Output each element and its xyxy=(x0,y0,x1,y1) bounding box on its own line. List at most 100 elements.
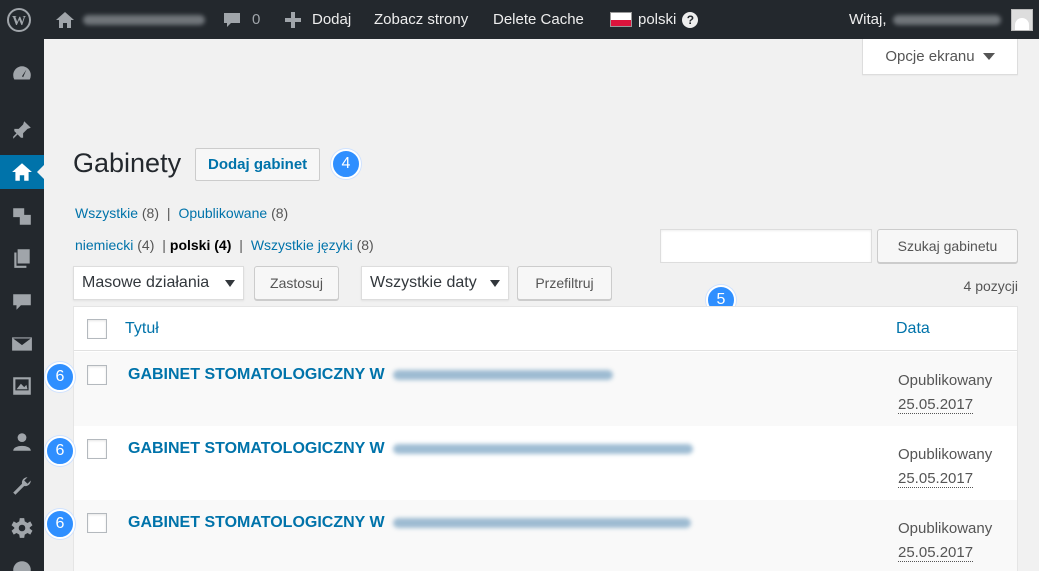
add-new-label: Dodaj xyxy=(312,11,352,28)
lang-polish-current: polski xyxy=(169,237,211,253)
comments-link[interactable]: 0 xyxy=(222,0,260,39)
menu-contact[interactable] xyxy=(0,327,44,361)
menu-tools[interactable] xyxy=(0,469,44,503)
view-all-link[interactable]: Wszystkie xyxy=(75,205,138,221)
my-account-menu[interactable]: Witaj, xyxy=(849,0,1033,39)
menu-comments[interactable] xyxy=(0,285,44,319)
row-title-text: GABINET STOMATOLOGICZNY W xyxy=(128,440,385,457)
filter-button[interactable]: Przefiltruj xyxy=(517,266,612,300)
row-title-text: GABINET STOMATOLOGICZNY W xyxy=(128,366,385,383)
annotation-badge: 6 xyxy=(45,436,75,466)
menu-dashboard[interactable] xyxy=(0,57,44,91)
username-redacted xyxy=(892,14,1001,25)
row-checkbox[interactable] xyxy=(87,513,107,533)
row-title-redacted xyxy=(392,370,613,380)
bulk-actions-select[interactable]: Masowe działania xyxy=(73,266,244,300)
lang-all-link[interactable]: Wszystkie języki xyxy=(251,237,353,253)
table-header: Tytuł Data xyxy=(74,307,1017,351)
screen-options-button[interactable]: Opcje ekranu xyxy=(862,39,1018,75)
row-checkbox[interactable] xyxy=(87,365,107,385)
row-status: Opublikowany xyxy=(898,446,993,463)
caret-down-icon xyxy=(490,280,500,292)
screen-options-label: Opcje ekranu xyxy=(885,48,975,65)
table-row: GABINET STOMATOLOGICZNY W Opublikowany 2… xyxy=(74,352,1017,426)
dashboard-icon xyxy=(13,66,31,80)
wrench-icon xyxy=(13,477,31,495)
row-title-link[interactable]: GABINET STOMATOLOGICZNY W xyxy=(128,514,691,532)
comments-count: 0 xyxy=(252,11,261,28)
row-date-cell: Opublikowany 25.05.2017 xyxy=(898,369,992,417)
admin-menu xyxy=(0,39,44,571)
menu-gabinety[interactable] xyxy=(0,155,44,189)
date-filter-select[interactable]: Wszystkie daty xyxy=(361,266,509,300)
language-switcher[interactable]: polski ? xyxy=(610,0,699,39)
polish-flag-icon xyxy=(610,12,632,27)
plus-icon xyxy=(285,11,301,28)
view-all-count: (8) xyxy=(141,205,160,221)
row-date: 25.05.2017 xyxy=(898,396,974,414)
separator: | xyxy=(239,237,243,253)
row-title-text: GABINET STOMATOLOGICZNY W xyxy=(128,514,385,531)
wordpress-logo-icon[interactable]: W xyxy=(7,0,31,39)
annotation-badge: 6 xyxy=(45,362,75,392)
home-icon xyxy=(12,163,32,181)
page-title: Gabinety xyxy=(73,148,182,178)
site-name-link[interactable] xyxy=(55,0,205,39)
menu-media[interactable] xyxy=(0,199,44,233)
table-row: GABINET STOMATOLOGICZNY W Opublikowany 2… xyxy=(74,500,1017,571)
search-button[interactable]: Szukaj gabinetu xyxy=(877,229,1018,263)
comment-icon xyxy=(224,12,240,27)
view-published-link[interactable]: Opublikowane xyxy=(178,205,267,221)
column-title-sort[interactable]: Tytuł xyxy=(125,320,159,338)
menu-collapse[interactable] xyxy=(0,553,44,571)
annotation-badge: 4 xyxy=(331,149,361,179)
row-title-link[interactable]: GABINET STOMATOLOGICZNY W xyxy=(128,440,693,458)
select-all-checkbox[interactable] xyxy=(87,319,107,339)
lang-all-count: (8) xyxy=(356,237,374,253)
view-published-count: (8) xyxy=(271,205,289,221)
column-date-sort[interactable]: Data xyxy=(896,320,930,338)
site-name-redacted xyxy=(83,14,205,25)
view-site-link[interactable]: Zobacz strony xyxy=(374,0,468,39)
menu-posts[interactable] xyxy=(0,113,44,147)
delete-cache-link[interactable]: Delete Cache xyxy=(493,0,584,39)
bulk-actions-value: Masowe działania xyxy=(82,274,210,291)
table-row: GABINET STOMATOLOGICZNY W Opublikowany 2… xyxy=(74,426,1017,500)
delete-cache-label: Delete Cache xyxy=(493,11,584,28)
row-status: Opublikowany xyxy=(898,372,993,389)
admin-bar: W 0 Dodaj Zobacz strony Delete Cache pol… xyxy=(0,0,1039,39)
menu-gallery[interactable] xyxy=(0,369,44,403)
gear-icon xyxy=(11,518,33,538)
media-icon xyxy=(13,208,31,225)
greeting-label: Witaj, xyxy=(849,11,887,28)
pin-icon xyxy=(13,121,31,139)
row-title-redacted xyxy=(392,444,693,454)
search-input[interactable] xyxy=(660,229,872,263)
add-new-menu[interactable]: Dodaj xyxy=(284,0,351,39)
annotation-badge: 6 xyxy=(45,509,75,539)
posts-table: Tytuł Data GABINET STOMATOLOGICZNY W Opu… xyxy=(73,306,1018,571)
row-checkbox[interactable] xyxy=(87,439,107,459)
menu-settings[interactable] xyxy=(0,511,44,545)
menu-pages[interactable] xyxy=(0,241,44,275)
row-date-cell: Opublikowany 25.05.2017 xyxy=(898,517,992,565)
lang-german-link[interactable]: niemiecki xyxy=(75,237,133,253)
pages-icon xyxy=(14,249,30,268)
row-status: Opublikowany xyxy=(898,520,993,537)
gallery-icon xyxy=(13,377,31,395)
caret-down-icon xyxy=(225,280,235,292)
envelope-icon xyxy=(12,337,32,351)
apply-button[interactable]: Zastosuj xyxy=(254,266,339,300)
row-title-link[interactable]: GABINET STOMATOLOGICZNY W xyxy=(128,366,613,384)
menu-users[interactable] xyxy=(0,425,44,459)
triangle-down-icon xyxy=(982,53,995,66)
language-label: polski xyxy=(638,11,677,28)
svg-text:W: W xyxy=(12,14,26,29)
add-gabinet-button[interactable]: Dodaj gabinet xyxy=(195,148,321,181)
items-count: 4 pozycji xyxy=(963,278,1018,294)
lang-german-count: (4) xyxy=(137,237,155,253)
comment-icon xyxy=(13,294,31,310)
lang-polish-count: (4) xyxy=(214,237,232,253)
home-icon xyxy=(56,11,74,28)
row-title-redacted xyxy=(392,518,691,528)
